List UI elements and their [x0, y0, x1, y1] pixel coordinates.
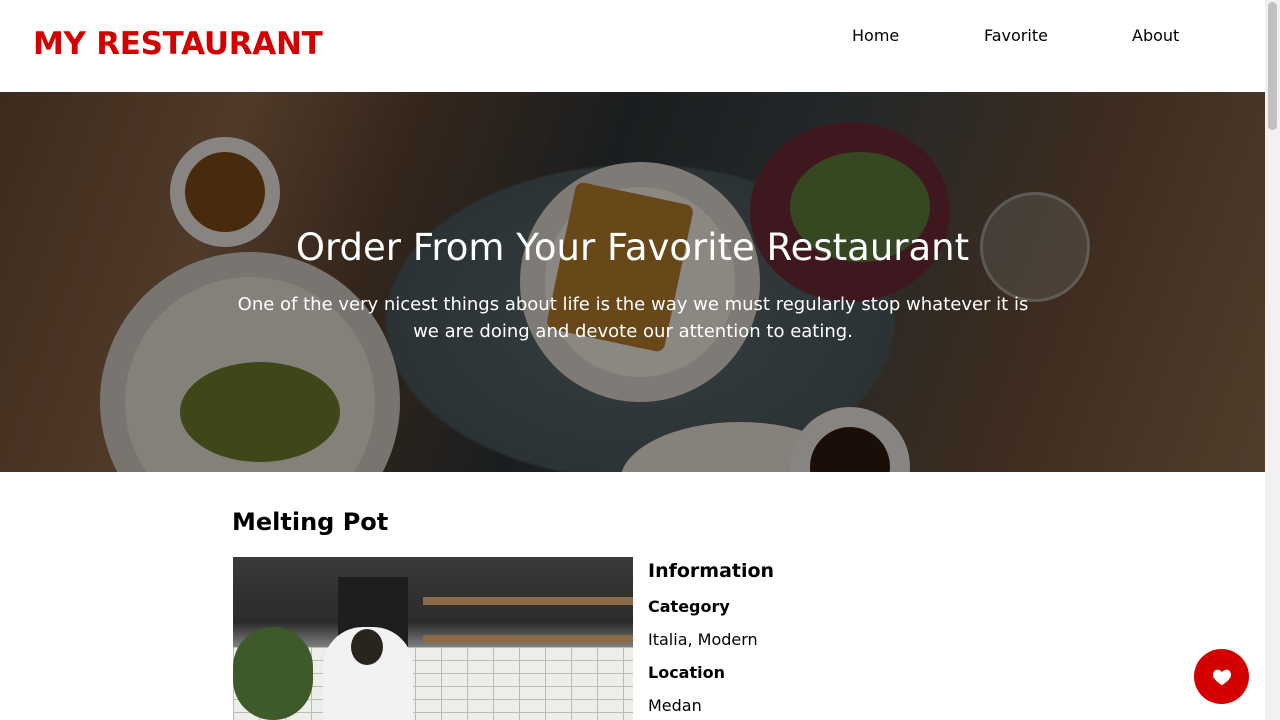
- hero-overlay: [0, 92, 1265, 472]
- hero-banner: Order From Your Favorite Restaurant One …: [0, 92, 1265, 472]
- category-value: Italia, Modern: [648, 630, 758, 649]
- location-label: Location: [648, 663, 725, 682]
- restaurant-name: Melting Pot: [232, 508, 389, 536]
- photo-shelf-lower: [423, 635, 633, 643]
- page: MY RESTAURANT Home Favorite About Order …: [0, 0, 1280, 720]
- photo-shelf: [423, 597, 633, 605]
- nav-favorite[interactable]: Favorite: [984, 26, 1048, 46]
- nav-home[interactable]: Home: [852, 26, 899, 46]
- photo-plant: [233, 627, 313, 720]
- photo-chef-head: [351, 629, 383, 665]
- heart-icon: [1212, 669, 1231, 685]
- hero-title: Order From Your Favorite Restaurant: [295, 226, 970, 269]
- favorite-button[interactable]: [1194, 649, 1249, 704]
- brand-logo[interactable]: MY RESTAURANT: [33, 26, 323, 62]
- category-label: Category: [648, 597, 730, 616]
- restaurant-photo: [233, 557, 633, 720]
- nav-about[interactable]: About: [1132, 26, 1179, 46]
- hero-subtitle: One of the very nicest things about life…: [237, 294, 1029, 342]
- location-value: Medan: [648, 696, 702, 715]
- header: MY RESTAURANT Home Favorite About: [0, 0, 1265, 92]
- scrollbar-thumb[interactable]: [1268, 2, 1277, 130]
- information-heading: Information: [648, 560, 775, 582]
